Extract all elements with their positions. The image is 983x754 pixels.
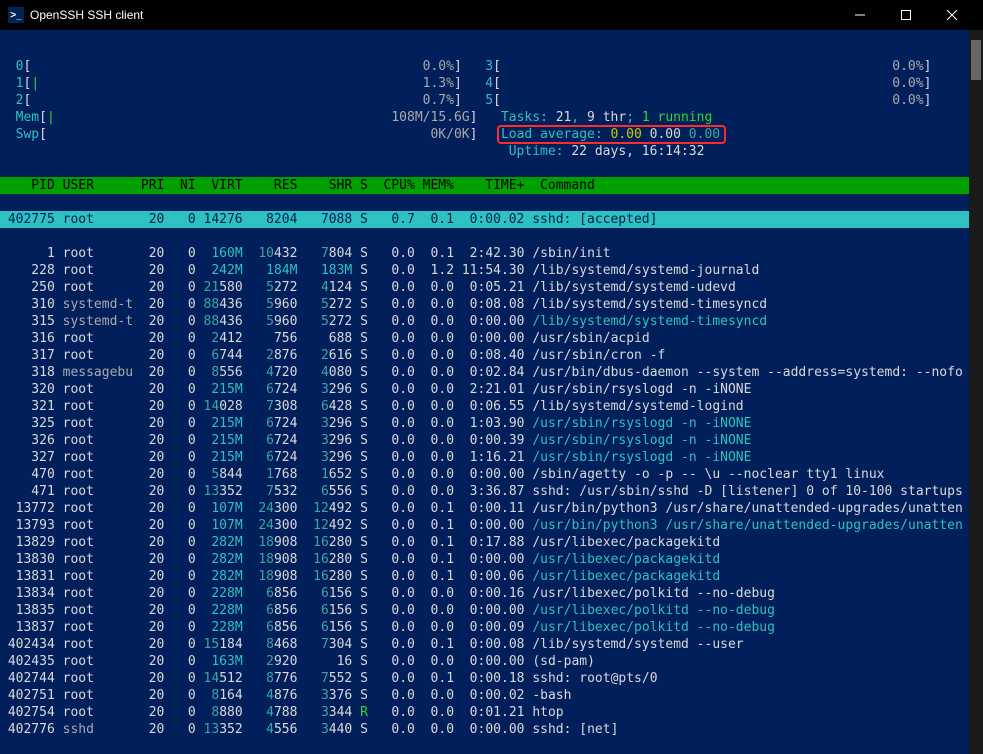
process-row[interactable]: 13830 root 20 0 282M 18908 16280 S 0.0 0…: [0, 552, 720, 567]
process-row[interactable]: 13772 root 20 0 107M 24300 12492 S 0.0 0…: [0, 501, 963, 516]
process-row[interactable]: 318 messagebu 20 0 8556 4720 4080 S 0.0 …: [0, 365, 963, 380]
process-row[interactable]: 402776 sshd 20 0 13352 4556 3440 S 0.0 0…: [0, 722, 618, 737]
process-row[interactable]: 326 root 20 0 215M 6724 3296 S 0.0 0.0 0…: [0, 433, 751, 448]
process-row[interactable]: 402435 root 20 0 163M 2920 16 S 0.0 0.0 …: [0, 654, 595, 669]
process-row[interactable]: 13835 root 20 0 228M 6856 6156 S 0.0 0.0…: [0, 603, 775, 618]
process-row[interactable]: 317 root 20 0 6744 2876 2616 S 0.0 0.0 0…: [0, 348, 665, 363]
mem-meter-row: Mem[| 108M/15.6G] Tasks: 21, 9 thr; 1 ru…: [0, 110, 712, 125]
process-row[interactable]: 470 root 20 0 5844 1768 1652 S 0.0 0.0 0…: [0, 467, 885, 482]
swp-meter-row: Swp[ 0K/0K] Load average: 0.00 0.00 0.00: [0, 127, 726, 142]
load-average-highlight: Load average: 0.00 0.00 0.00: [497, 125, 726, 144]
uptime-row: Uptime: 22 days, 16:14:32: [0, 144, 704, 159]
cpu-meter-row: 2[ 0.7%] 5[ 0.0%]: [0, 93, 931, 108]
process-row[interactable]: 13834 root 20 0 228M 6856 6156 S 0.0 0.0…: [0, 586, 775, 601]
process-row[interactable]: 316 root 20 0 2412 756 688 S 0.0 0.0 0:0…: [0, 331, 650, 346]
process-row[interactable]: 13831 root 20 0 282M 18908 16280 S 0.0 0…: [0, 569, 720, 584]
process-row[interactable]: 321 root 20 0 14028 7308 6428 S 0.0 0.0 …: [0, 399, 744, 414]
process-row[interactable]: 402434 root 20 0 15184 8468 7304 S 0.0 0…: [0, 637, 744, 652]
process-row[interactable]: 315 systemd-t 20 0 88436 5960 5272 S 0.0…: [0, 314, 767, 329]
close-button[interactable]: [929, 0, 975, 30]
scrollbar-thumb[interactable]: [971, 40, 981, 80]
process-row[interactable]: 310 systemd-t 20 0 88436 5960 5272 S 0.0…: [0, 297, 767, 312]
process-row[interactable]: 1 root 20 0 160M 10432 7804 S 0.0 0.1 2:…: [0, 246, 611, 261]
process-row[interactable]: 471 root 20 0 13352 7532 6556 S 0.0 0.0 …: [0, 484, 963, 499]
process-row[interactable]: 320 root 20 0 215M 6724 3296 S 0.0 0.0 2…: [0, 382, 751, 397]
process-row[interactable]: 327 root 20 0 215M 6724 3296 S 0.0 0.0 1…: [0, 450, 751, 465]
terminal-body[interactable]: 0[ 0.0%] 3[ 0.0%] 1[| 1.3%] 4[: [0, 30, 969, 754]
process-row[interactable]: 13793 root 20 0 107M 24300 12492 S 0.0 0…: [0, 518, 963, 533]
process-row[interactable]: 402744 root 20 0 14512 8776 7552 S 0.0 0…: [0, 671, 658, 686]
process-row-selected[interactable]: 402775 root 20 0 14276 8204 7088 S 0.7 0…: [0, 211, 969, 228]
process-table-header[interactable]: PID USER PRI NI VIRT RES SHR S CPU% MEM%…: [0, 177, 969, 194]
app-window: >_ OpenSSH SSH client 0[ 0.0%] 3[: [0, 0, 983, 754]
process-row[interactable]: 325 root 20 0 215M 6724 3296 S 0.0 0.0 1…: [0, 416, 751, 431]
process-row[interactable]: 13837 root 20 0 228M 6856 6156 S 0.0 0.0…: [0, 620, 775, 635]
cpu-meter-row: 0[ 0.0%] 3[ 0.0%]: [0, 59, 931, 74]
titlebar[interactable]: >_ OpenSSH SSH client: [0, 0, 983, 31]
process-row[interactable]: 402754 root 20 0 8880 4788 3344 R 0.0 0.…: [0, 705, 564, 720]
process-row[interactable]: 402751 root 20 0 8164 4876 3376 S 0.0 0.…: [0, 688, 571, 703]
process-row[interactable]: 250 root 20 0 21580 5272 4124 S 0.0 0.0 …: [0, 280, 736, 295]
window-title: OpenSSH SSH client: [30, 8, 143, 22]
cpu-meter-row: 1[| 1.3%] 4[ 0.0%]: [0, 76, 931, 91]
minimize-button[interactable]: [837, 0, 883, 30]
vertical-scrollbar[interactable]: [969, 30, 983, 754]
powershell-icon: >_: [8, 7, 24, 23]
maximize-button[interactable]: [883, 0, 929, 30]
process-row[interactable]: 228 root 20 0 242M 184M 183M S 0.0 1.2 1…: [0, 263, 759, 278]
process-row[interactable]: 13829 root 20 0 282M 18908 16280 S 0.0 0…: [0, 535, 720, 550]
